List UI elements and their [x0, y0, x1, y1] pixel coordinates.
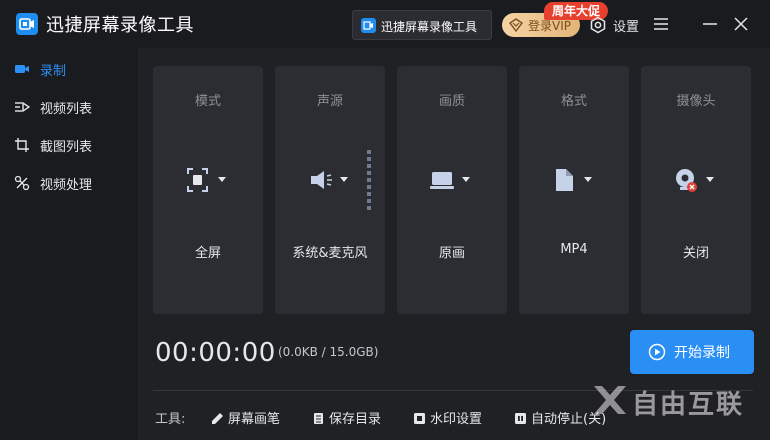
- speaker-icon: [307, 166, 353, 194]
- app-chip-label: 迅捷屏幕录像工具: [381, 20, 478, 34]
- audio-source-card[interactable]: 声源 系统&麦克风: [275, 66, 385, 314]
- app-logo-icon: [16, 13, 38, 35]
- app-title: 迅捷屏幕录像工具: [46, 15, 194, 36]
- close-icon[interactable]: [731, 14, 751, 34]
- start-recording-button[interactable]: 开始录制: [630, 330, 754, 374]
- monitor-icon: [429, 166, 475, 194]
- sidebar-item-label: 视频处理: [40, 178, 93, 193]
- video-list-icon: [14, 99, 31, 115]
- watermark-icon: [413, 410, 426, 424]
- screenshot-list-icon: [14, 137, 30, 153]
- mode-card[interactable]: 模式 全屏: [153, 66, 263, 314]
- diamond-icon: [508, 17, 524, 33]
- auto-stop-icon: [514, 410, 527, 424]
- volume-slider[interactable]: [367, 150, 371, 210]
- chevron-down-icon: [218, 177, 226, 182]
- card-title: 模式: [194, 94, 221, 109]
- card-title: 声源: [316, 94, 343, 109]
- sidebar: 录制 视频列表 截图列表 视频处理: [0, 48, 138, 440]
- card-title: 摄像头: [676, 94, 716, 109]
- sidebar-item-label: 截图列表: [40, 140, 93, 155]
- file-icon: [551, 166, 597, 194]
- app-chip-icon: [361, 18, 376, 33]
- start-recording-label: 开始录制: [674, 345, 730, 361]
- video-camera-icon: [14, 61, 30, 77]
- card-title: 格式: [560, 94, 587, 109]
- card-value: 全屏: [194, 246, 221, 261]
- play-icon: [648, 343, 666, 361]
- folder-doc-icon: [312, 410, 325, 424]
- card-title: 画质: [438, 94, 465, 109]
- recording-timer: 00:00:00: [155, 338, 276, 368]
- card-value: 系统&麦克风: [292, 246, 368, 261]
- sidebar-item-record[interactable]: 录制: [0, 50, 138, 88]
- fullscreen-icon: [185, 166, 231, 194]
- sidebar-item-screenshot-list[interactable]: 截图列表: [0, 126, 138, 164]
- site-watermark: 自由互联: [588, 380, 770, 420]
- watermark-x-icon: [594, 386, 626, 414]
- quality-card[interactable]: 画质 原画: [397, 66, 507, 314]
- minimize-icon[interactable]: [700, 14, 720, 34]
- storage-usage: (0.0KB / 15.0GB): [278, 345, 379, 359]
- card-value: 关闭: [682, 246, 709, 261]
- webcam-off-icon: [673, 166, 719, 194]
- menu-icon[interactable]: [651, 14, 671, 34]
- video-process-icon: [14, 175, 30, 191]
- title-bar: 迅捷屏幕录像工具 迅捷屏幕录像工具 登录VIP 周年大促 设置: [0, 0, 770, 48]
- app-tab-chip[interactable]: 迅捷屏幕录像工具: [352, 10, 492, 40]
- tool-label: 屏幕画笔: [228, 412, 281, 427]
- sidebar-item-video-list[interactable]: 视频列表: [0, 88, 138, 126]
- card-value: 原画: [438, 246, 465, 261]
- camera-card[interactable]: 摄像头 关闭: [641, 66, 751, 314]
- watermark-text: 自由互联: [632, 390, 745, 420]
- tool-label: 保存目录: [329, 412, 382, 427]
- settings-label: 设置: [613, 20, 640, 35]
- tools-label: 工具:: [155, 412, 186, 427]
- card-value: MP4: [560, 242, 588, 257]
- sidebar-item-video-process[interactable]: 视频处理: [0, 164, 138, 202]
- gear-icon: [589, 16, 607, 34]
- sidebar-item-label: 视频列表: [40, 102, 93, 117]
- tool-label: 水印设置: [430, 412, 483, 427]
- format-card[interactable]: 格式 MP4: [519, 66, 629, 314]
- pen-icon: [211, 410, 224, 424]
- sidebar-item-label: 录制: [40, 64, 67, 79]
